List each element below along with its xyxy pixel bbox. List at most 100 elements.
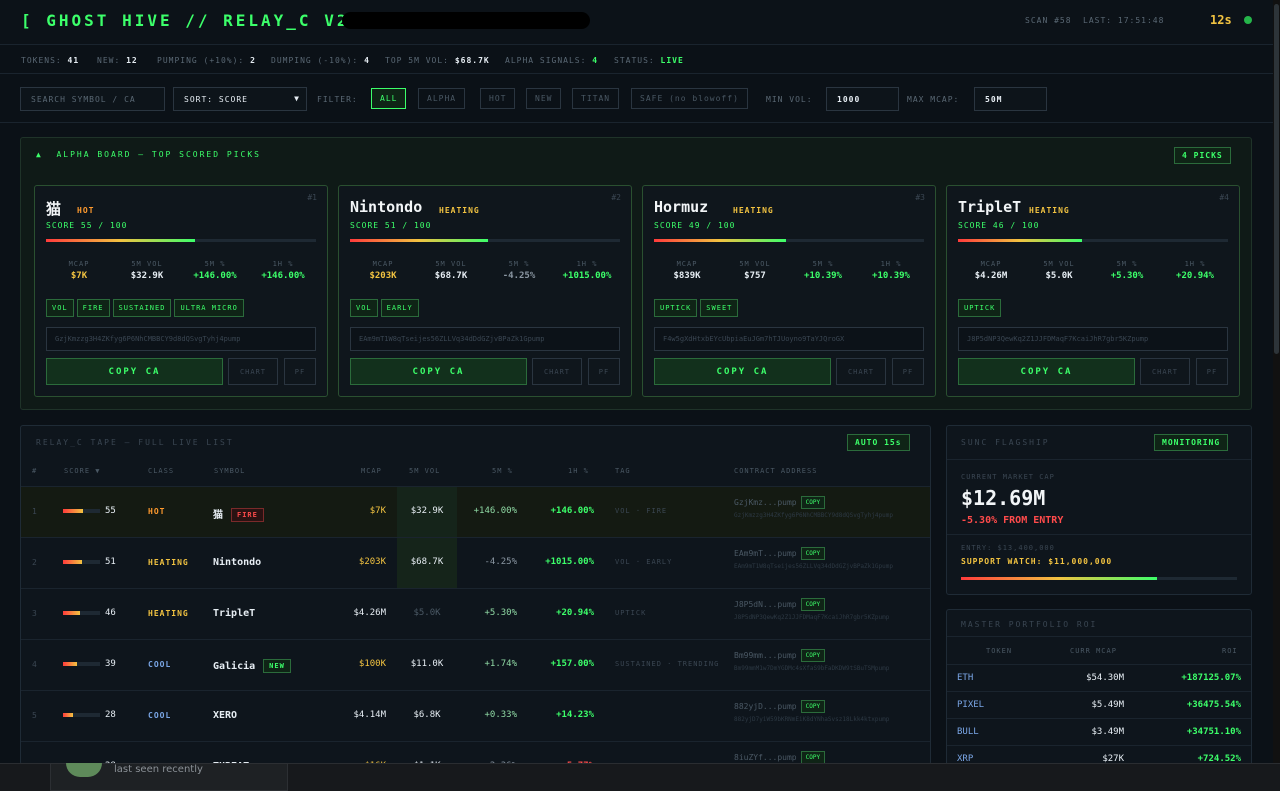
card-token-name: TripleT [958,198,1022,216]
max-mcap-label: MAX MCAP: [907,95,960,104]
card-score-bar [350,239,620,242]
metric-value: +10.39% [804,271,842,281]
table-row[interactable]: 3 46 HEATING TripleT $4.26M $5.0K +5.30%… [21,588,930,639]
chart-button[interactable]: CHART [228,358,278,385]
filter-chip-new[interactable]: NEW [526,88,562,109]
row-rank: 2 [32,558,37,567]
table-row[interactable]: 5 28 COOL XERO $4.14M $6.8K +0.33% +14.2… [21,690,930,741]
search-input[interactable]: SEARCH SYMBOL / CA [20,87,165,111]
pf-button[interactable]: PF [1196,358,1228,385]
portfolio-col-mcap: CURR MCAP [1070,647,1117,655]
row-score-bar-fill [63,611,81,615]
sort-select[interactable]: SORT: SCORE ▼ [173,87,307,111]
card-contract-address[interactable]: EAm9mT1W8qTseijes56ZLLVq34dDdGZjvBPaZk1G… [350,327,620,351]
row-score-bar [63,713,100,717]
row-badge: FIRE [231,508,264,522]
card-status: HEATING [733,206,774,215]
table-row[interactable]: 2 51 HEATING Nintondo $203K $68.7K -4.25… [21,537,930,588]
table-row[interactable]: 1 55 HOT 猫 FIRE $7K $32.9K +146.00% +146.… [21,486,930,537]
portfolio-col-roi: ROI [1222,647,1238,655]
row-contract: GzjKmz...pump COPY [734,496,826,509]
chart-button[interactable]: CHART [836,358,886,385]
scrollbar-thumb[interactable] [1274,4,1279,354]
portfolio-mcap: $3.49M [1091,727,1124,737]
card-metric-vol: 5M VOL $5.0K [1025,260,1093,281]
tape-title: RELAY_C TAPE — FULL LIVE LIST [36,438,234,447]
sort-select-value: SORT: SCORE [184,95,248,104]
row-copy-button[interactable]: COPY [800,700,826,713]
signal-tag: FIRE [76,299,110,317]
card-score: SCORE 49 / 100 [654,221,736,230]
alpha-card: Nintondo HEATING #2 SCORE 51 / 100 MCAP $… [338,185,632,397]
min-vol-input[interactable]: 1000 [826,87,899,111]
row-score-bar-fill [63,662,78,666]
filter-chip-hot[interactable]: HOT [480,88,516,109]
col-5m-vol: 5M VOL [409,467,441,475]
metric-label: 1H % [272,260,294,268]
row-copy-button[interactable]: COPY [800,547,826,560]
row-score-bar [63,611,100,615]
picks-badge: 4 PICKS [1174,147,1231,164]
pf-button[interactable]: PF [588,358,620,385]
row-copy-button[interactable]: COPY [800,598,826,611]
card-metric-1h: 1H % +20.94% [1161,260,1229,281]
portfolio-mcap: $54.30M [1086,673,1124,683]
chart-button[interactable]: CHART [532,358,582,385]
chart-button[interactable]: CHART [1140,358,1190,385]
row-contract-full: GzjKmzzg3H4ZKfyg6P6NhCMBBCY9d8dQSvgTyhj4… [734,512,893,519]
col-score[interactable]: SCORE ▼ [64,467,101,475]
alpha-card: Hormuz HEATING #3 SCORE 49 / 100 MCAP $83… [642,185,936,397]
copy-ca-button[interactable]: COPY CA [958,358,1135,385]
row-5m-pct: +0.33% [484,710,517,720]
card-rank: #2 [611,193,621,202]
card-tags: UPTICK [958,299,1004,317]
row-vol: $68.7K [397,538,457,588]
row-tags: UPTICK [615,609,647,617]
signal-tag: EARLY [380,299,419,317]
metric-label: 5M % [1116,260,1138,268]
row-5m-pct: +1.74% [484,659,517,669]
filter-chip-safe[interactable]: SAFE (no blowoff) [631,88,748,109]
card-tags: UPTICK SWEET [654,299,741,317]
copy-ca-button[interactable]: COPY CA [350,358,527,385]
card-tags: VOL EARLY [350,299,422,317]
metric-value: $203K [369,271,397,281]
row-mcap: $100K [358,659,386,669]
row-score: 28 [105,710,116,720]
signal-tag: SWEET [700,299,739,317]
pf-button[interactable]: PF [284,358,316,385]
live-dot-icon [1244,16,1252,24]
metric-value: $5.0K [1045,271,1073,281]
filter-chip-titan[interactable]: TITAN [572,88,620,109]
warning-triangle-icon: ▲ [36,150,43,159]
metric-label: 1H % [1184,260,1206,268]
row-contract-full: J8P5dNP3QewKq2Z1JJFDMaqF7KcaiJhR7gbr5KZp… [734,614,890,621]
card-metric-mcap: MCAP $203K [349,260,417,281]
table-row[interactable]: 4 39 COOL Galicia NEW $100K $11.0K +1.74%… [21,639,930,690]
row-class: HEATING [148,558,189,567]
filter-chip-alpha[interactable]: ALPHA [418,88,466,109]
row-copy-button[interactable]: COPY [800,496,826,509]
row-mcap: $4.26M [353,608,386,618]
card-contract-address[interactable]: J8P5dNP3QewKq2Z1JJFDMaqF7KcaiJhR7gbr5KZp… [958,327,1228,351]
row-tags: VOL · FIRE [615,507,668,515]
row-contract-short: GzjKmz...pump [734,498,797,507]
flagship-title: SUNC FLAGSHIP [961,438,1050,447]
row-score: 51 [105,557,116,567]
filter-chip-all[interactable]: ALL [371,88,407,109]
copy-ca-button[interactable]: COPY CA [46,358,223,385]
entry-price: ENTRY: $13,400,000 [961,544,1055,552]
card-contract-address[interactable]: GzjKmzzg3H4ZKfyg6P6NhCMBBCY9d8dQSvgTyhj4… [46,327,316,351]
col-class: CLASS [148,467,175,475]
stat-pumping: PUMPING (+10%): 2 [157,56,256,65]
card-contract-address[interactable]: F4w5gXdHtxbEYcUbpiaEuJGm7hTJUoyno9TaYJQr… [654,327,924,351]
max-mcap-input[interactable]: 50M [974,87,1047,111]
card-status: HOT [77,206,95,215]
row-rank: 5 [32,711,37,720]
row-copy-button[interactable]: COPY [800,649,826,662]
row-tags: VOL · EARLY [615,558,673,566]
stat-alpha-signals: ALPHA SIGNALS: 4 [505,56,599,65]
pf-button[interactable]: PF [892,358,924,385]
copy-ca-button[interactable]: COPY CA [654,358,831,385]
card-rank: #4 [1219,193,1229,202]
